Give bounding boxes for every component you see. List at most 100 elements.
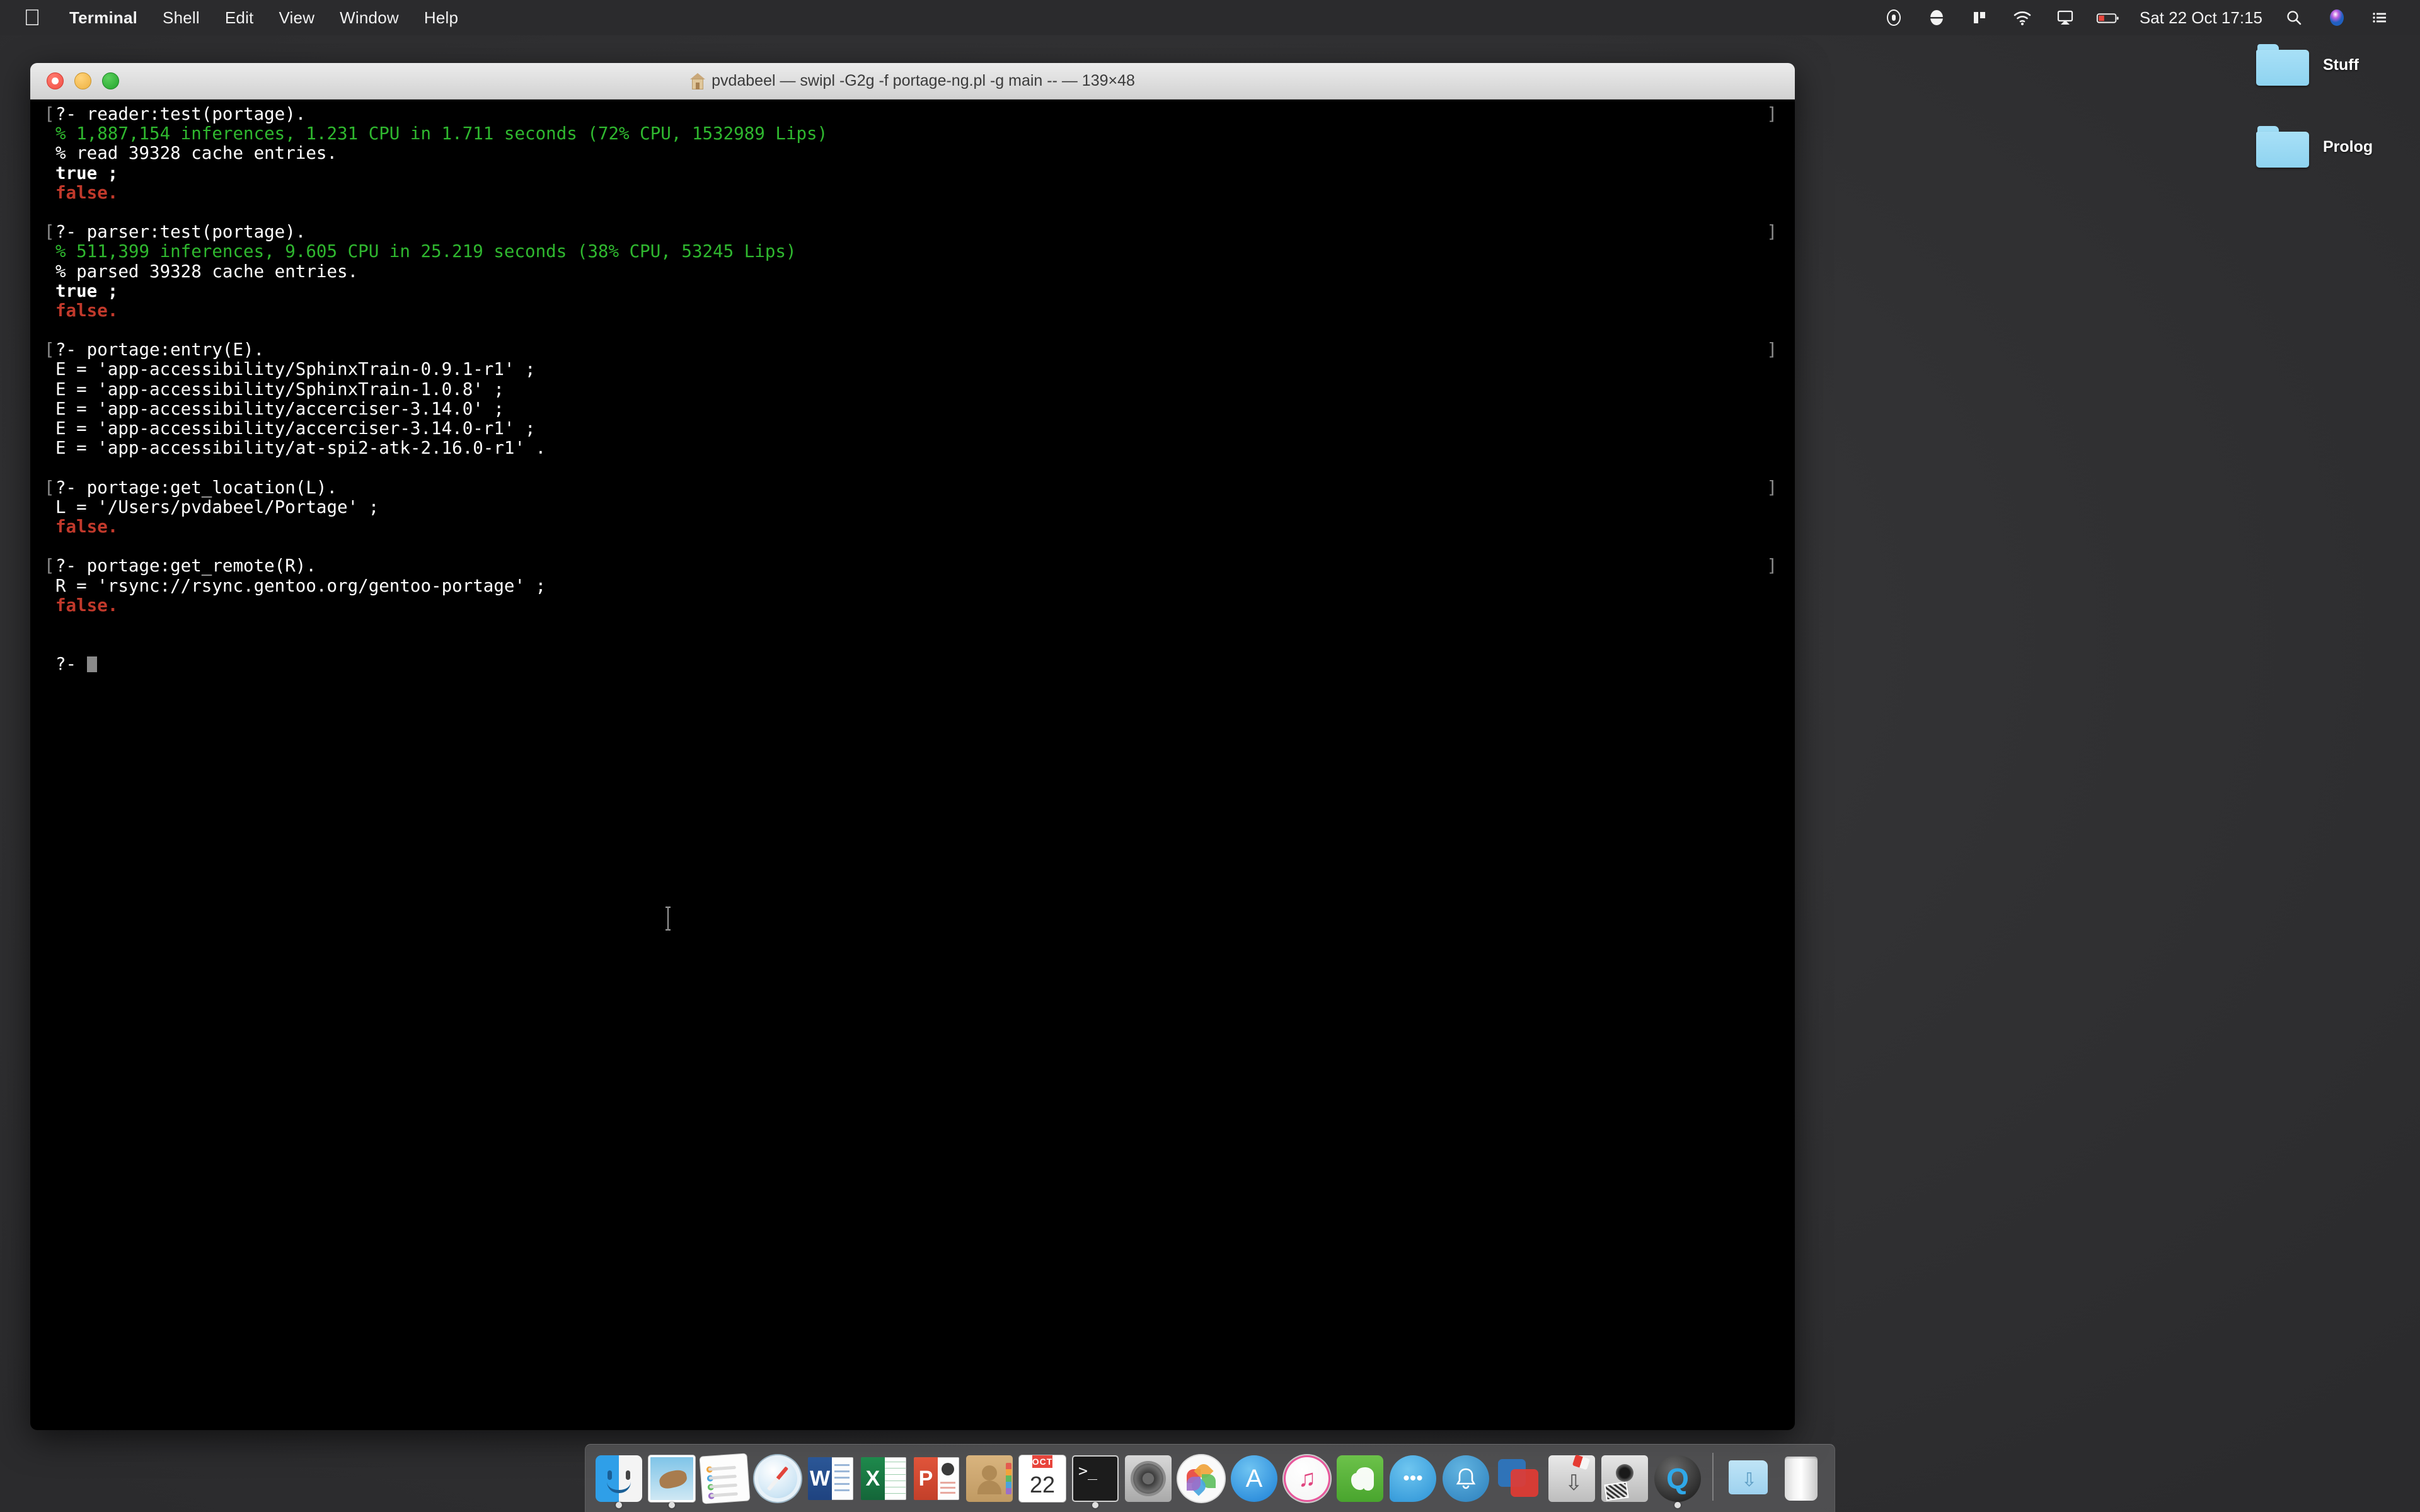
- apple-logo-icon[interactable]: : [21, 5, 43, 30]
- menu-bar-clock[interactable]: Sat 22 Oct 17:15: [2140, 8, 2262, 28]
- dock[interactable]: W X P OCT 22 >_ A ♫ ••• ⇩ Q ⇩: [585, 1444, 1835, 1512]
- battery-low-icon[interactable]: [2095, 5, 2121, 30]
- prompt-mark-left: [: [44, 477, 55, 498]
- terminal-output-area[interactable]: [] ?- reader:test(portage).% 1,887,154 in…: [30, 100, 1795, 1430]
- dock-item-iphoto[interactable]: [1600, 1446, 1649, 1509]
- dock-item-contacts[interactable]: [965, 1446, 1014, 1509]
- dock-item-notifications[interactable]: [1441, 1446, 1490, 1509]
- terminal-line: E = 'app-accessibility/SphinxTrain-0.9.1…: [30, 360, 1795, 379]
- terminal-prompt-line[interactable]: ?-: [30, 655, 1795, 674]
- menu-item-window[interactable]: Window: [327, 5, 412, 31]
- terminal-line-text: false.: [55, 595, 118, 616]
- photos-icon: [1178, 1455, 1224, 1502]
- terminal-line: R = 'rsync://rsync.gentoo.org/gentoo-por…: [30, 576, 1795, 596]
- menu-item-terminal[interactable]: Terminal: [57, 5, 150, 31]
- menu-bar:  Terminal Shell Edit View Window Help: [0, 0, 2420, 35]
- prompt-mark-left: [: [44, 556, 55, 576]
- calendar-month: OCT: [1032, 1455, 1053, 1468]
- terminal-line-text: false.: [55, 300, 118, 321]
- close-button[interactable]: [47, 72, 64, 89]
- terminal-line-text: ?- portage:entry(E).: [55, 340, 265, 360]
- dock-separator: [1712, 1453, 1714, 1501]
- dock-item-terminal[interactable]: >_: [1071, 1446, 1120, 1509]
- desktop-icon-prolog[interactable]: Prolog: [2256, 126, 2373, 168]
- terminal-line-text: ?- parser:test(portage).: [55, 222, 306, 243]
- terminal-line-text: true ;: [55, 163, 118, 183]
- control-center-icon[interactable]: [2367, 5, 2392, 30]
- itunes-icon: ♫: [1284, 1455, 1330, 1502]
- menu-bar-left:  Terminal Shell Edit View Window Help: [0, 5, 471, 31]
- dock-item-system-preferences[interactable]: [1124, 1446, 1173, 1509]
- dock-item-trash[interactable]: [1777, 1446, 1826, 1509]
- dock-item-messages[interactable]: •••: [1388, 1446, 1438, 1509]
- text-cursor: [86, 656, 97, 673]
- contacts-icon: [966, 1455, 1013, 1502]
- terminal-line: [] ?- portage:get_location(L).: [30, 478, 1795, 498]
- screenflow-icon: ⇩: [1548, 1454, 1595, 1502]
- folder-icon: [2256, 44, 2309, 86]
- prompt-mark-left: [: [44, 340, 55, 360]
- terminal-line-text: % read 39328 cache entries.: [55, 143, 338, 164]
- dock-item-photos[interactable]: [1177, 1446, 1226, 1509]
- quicktime-icon: Q: [1654, 1455, 1701, 1502]
- dock-item-vmware[interactable]: [1494, 1446, 1543, 1509]
- terminal-line-text: ?- portage:get_location(L).: [55, 477, 338, 498]
- dock-item-excel[interactable]: X: [859, 1446, 908, 1509]
- terminal-line-text: false.: [55, 516, 118, 537]
- mail-icon: [648, 1455, 695, 1502]
- i-beam-cursor: [664, 906, 672, 931]
- running-indicator: [1674, 1502, 1681, 1508]
- menu-item-shell[interactable]: Shell: [150, 5, 212, 31]
- dock-item-notes[interactable]: [700, 1446, 750, 1509]
- split-view-icon[interactable]: [1967, 5, 1992, 30]
- terminal-line-text: E = 'app-accessibility/accerciser-3.14.0…: [55, 398, 504, 419]
- display-contrast-icon[interactable]: [1924, 5, 1949, 30]
- prompt-mark-right: ]: [1766, 222, 1777, 243]
- window-title: pvdabeel — swipl -G2g -f portage-ng.pl -…: [30, 63, 1795, 99]
- running-indicator: [1092, 1502, 1098, 1508]
- dock-item-calendar[interactable]: OCT 22: [1018, 1446, 1067, 1509]
- terminal-line: [] ?- reader:test(portage).: [30, 104, 1795, 124]
- dock-item-mail[interactable]: [647, 1446, 696, 1509]
- menu-bar-status-area: Sat 22 Oct 17:15: [1872, 5, 2420, 30]
- dock-item-powerpoint[interactable]: P: [912, 1446, 961, 1509]
- prompt-text: ?-: [55, 654, 87, 675]
- calendar-day: 22: [1029, 1472, 1056, 1498]
- dock-item-quicktime[interactable]: Q: [1653, 1446, 1702, 1509]
- dock-item-app-store[interactable]: A: [1230, 1446, 1279, 1509]
- terminal-line: false.: [30, 301, 1795, 321]
- excel-glyph: X: [861, 1457, 885, 1500]
- menu-item-view[interactable]: View: [266, 5, 327, 31]
- prompt-mark-left: [: [44, 222, 55, 243]
- minimize-button[interactable]: [74, 72, 91, 89]
- dock-item-evernote[interactable]: [1335, 1446, 1385, 1509]
- wifi-icon[interactable]: [2010, 5, 2035, 30]
- terminal-line-text: ?- reader:test(portage).: [55, 104, 306, 124]
- screen-recording-icon[interactable]: [1881, 5, 1906, 30]
- terminal-line: E = 'app-accessibility/at-spi2-atk-2.16.…: [30, 438, 1795, 458]
- zoom-button[interactable]: [102, 72, 119, 89]
- prompt-mark-right: ]: [1766, 477, 1777, 498]
- desktop-icon-stuff[interactable]: Stuff: [2256, 44, 2359, 86]
- airplay-icon[interactable]: [2053, 5, 2078, 30]
- dock-item-downloads[interactable]: ⇩: [1724, 1446, 1773, 1509]
- dock-item-screenflow[interactable]: ⇩: [1547, 1446, 1596, 1509]
- dock-item-itunes[interactable]: ♫: [1282, 1446, 1332, 1509]
- search-icon[interactable]: [2281, 5, 2307, 30]
- prompt-mark-right: ]: [1766, 556, 1777, 576]
- menu-item-edit[interactable]: Edit: [212, 5, 267, 31]
- dock-item-finder[interactable]: [594, 1446, 643, 1509]
- terminal-window[interactable]: pvdabeel — swipl -G2g -f portage-ng.pl -…: [30, 63, 1795, 1430]
- safari-icon: [754, 1455, 801, 1502]
- terminal-line-text: % parsed 39328 cache entries.: [55, 261, 359, 282]
- terminal-line-text: L = '/Users/pvdabeel/Portage' ;: [55, 496, 379, 517]
- dock-item-word[interactable]: W: [806, 1446, 855, 1509]
- window-title-bar[interactable]: pvdabeel — swipl -G2g -f portage-ng.pl -…: [30, 63, 1795, 100]
- menu-item-help[interactable]: Help: [412, 5, 471, 31]
- dock-item-safari[interactable]: [753, 1446, 802, 1509]
- bell-icon: [1443, 1455, 1489, 1502]
- siri-icon[interactable]: [2324, 5, 2349, 30]
